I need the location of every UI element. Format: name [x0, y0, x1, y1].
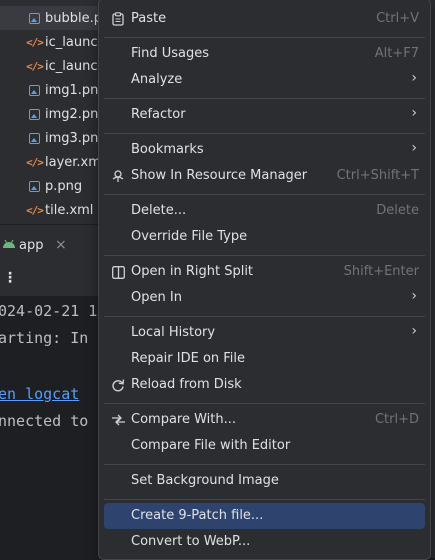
tree-item-layer[interactable]: </> layer.xm [0, 150, 110, 174]
tree-item-ic-launcher-2[interactable]: </> ic_launch [0, 54, 110, 78]
menu-item-shortcut: Ctrl+D [374, 412, 419, 427]
tree-item-img1[interactable]: img1.png [0, 78, 110, 102]
android-icon [2, 238, 16, 252]
menu-item-label: Analyze [131, 72, 183, 87]
menu-item-find-usages[interactable]: Find Usages Alt+F7 [104, 41, 425, 67]
close-icon[interactable]: × [55, 237, 67, 253]
menu-item-analyze[interactable]: Analyze › [104, 67, 425, 93]
menu-item-compare-file-with-editor[interactable]: Compare File with Editor [104, 433, 425, 459]
menu-item-label: Set Background Image [131, 473, 279, 488]
menu-item-label: Paste [131, 11, 167, 26]
menu-item-compare-with[interactable]: Compare With... Ctrl+D [104, 407, 425, 433]
menu-item-label: Show In Resource Manager [131, 168, 308, 183]
menu-separator [104, 403, 425, 404]
menu-item-label: Bookmarks [131, 142, 204, 157]
menu-item-label: Find Usages [131, 46, 210, 61]
menu-item-show-in-resource-manager[interactable]: Show In Resource Manager Ctrl+Shift+T [104, 163, 425, 189]
menu-separator [104, 316, 425, 317]
tree-item-label: tile.xml [45, 202, 94, 218]
menu-separator [104, 37, 425, 38]
menu-item-label: Convert to WebP... [131, 534, 251, 549]
menu-item-shortcut: Ctrl+V [376, 11, 419, 26]
image-file-icon [28, 132, 41, 145]
tree-item-img2[interactable]: img2.png [0, 102, 110, 126]
more-options-icon[interactable]: ⋮ [3, 270, 17, 286]
tree-item-label: ic_launch [45, 34, 106, 50]
menu-item-open-in-right-split[interactable]: Open in Right Split Shift+Enter [104, 259, 425, 285]
menu-item-create-9-patch-file[interactable]: Create 9-Patch file... [104, 503, 425, 529]
menu-item-label: Repair IDE on File [131, 351, 246, 366]
menu-separator [104, 133, 425, 134]
menu-item-set-background-image[interactable]: Set Background Image [104, 468, 425, 494]
reload-icon [110, 376, 126, 394]
menu-item-label: Compare With... [131, 412, 237, 427]
menu-item-label: Compare File with Editor [131, 438, 291, 453]
submenu-arrow-icon: › [411, 70, 417, 86]
menu-item-open-in[interactable]: Open In › [104, 285, 425, 311]
menu-item-refactor[interactable]: Refactor › [104, 102, 425, 128]
tree-item-tile[interactable]: </> tile.xml [0, 198, 110, 222]
menu-separator [104, 499, 425, 500]
console-line: nnected to [0, 412, 89, 430]
context-menu: Paste Ctrl+V Find Usages Alt+F7 Analyze … [98, 0, 431, 560]
menu-item-label: Override File Type [131, 229, 248, 244]
menu-item-label: Create 9-Patch file... [131, 508, 264, 523]
menu-item-label: Open In [131, 290, 182, 305]
menu-item-label: Reload from Disk [131, 377, 242, 392]
menu-separator [104, 255, 425, 256]
submenu-arrow-icon: › [411, 140, 417, 156]
open-logcat-link[interactable]: en logcat [0, 385, 79, 403]
xml-file-icon: </> [26, 59, 44, 73]
submenu-arrow-icon: › [411, 323, 417, 339]
menu-item-shortcut: Shift+Enter [343, 264, 419, 279]
menu-item-shortcut: Alt+F7 [374, 46, 419, 61]
tree-item-label: p.png [45, 178, 83, 194]
tree-item-label: bubble.p [45, 10, 102, 26]
tree-item-bubble[interactable]: bubble.p [0, 6, 110, 30]
menu-item-convert-to-webp[interactable]: Convert to WebP... [104, 529, 425, 555]
console-line: 024-02-21 1 [0, 302, 98, 320]
tree-item-label: ic_launch [45, 58, 106, 74]
tree-item-p[interactable]: p.png [0, 174, 110, 198]
image-file-icon [28, 180, 41, 193]
submenu-arrow-icon: › [411, 288, 417, 304]
console-line: arting: In [0, 329, 89, 347]
image-file-icon [28, 12, 41, 25]
compare-icon [110, 411, 126, 429]
resource-manager-icon [110, 167, 126, 185]
logcat-console: 024-02-21 1 arting: In en logcat nnected… [0, 296, 110, 558]
xml-file-icon: </> [26, 203, 44, 217]
menu-separator [104, 194, 425, 195]
xml-file-icon: </> [26, 155, 44, 169]
xml-file-icon: </> [26, 35, 44, 49]
menu-item-override-file-type[interactable]: Override File Type [104, 224, 425, 250]
run-toolbar: ⋮ [0, 264, 110, 296]
menu-item-bookmarks[interactable]: Bookmarks › [104, 137, 425, 163]
tree-item-label: layer.xm [45, 154, 101, 170]
image-file-icon [28, 84, 41, 97]
menu-item-repair-ide-on-file[interactable]: Repair IDE on File [104, 346, 425, 372]
tree-item-img3[interactable]: img3.png [0, 126, 110, 150]
menu-item-label: Local History [131, 325, 216, 340]
tree-item-ic-launcher[interactable]: </> ic_launch [0, 30, 110, 54]
menu-item-label: Open in Right Split [131, 264, 254, 279]
menu-item-label: Refactor [131, 107, 186, 122]
menu-item-shortcut: Delete [376, 203, 419, 218]
run-tool-window-header: app × [0, 224, 110, 265]
menu-separator [104, 98, 425, 99]
menu-item-local-history[interactable]: Local History › [104, 320, 425, 346]
menu-item-delete[interactable]: Delete... Delete [104, 198, 425, 224]
clipboard-icon [110, 10, 126, 28]
run-tab-label: app [19, 237, 44, 253]
menu-item-label: Delete... [131, 203, 187, 218]
split-icon [110, 263, 126, 281]
menu-separator [104, 464, 425, 465]
menu-item-reload-from-disk[interactable]: Reload from Disk [104, 372, 425, 398]
menu-item-paste[interactable]: Paste Ctrl+V [104, 6, 425, 32]
image-file-icon [28, 108, 41, 121]
submenu-arrow-icon: › [411, 105, 417, 121]
menu-item-shortcut: Ctrl+Shift+T [336, 168, 419, 183]
